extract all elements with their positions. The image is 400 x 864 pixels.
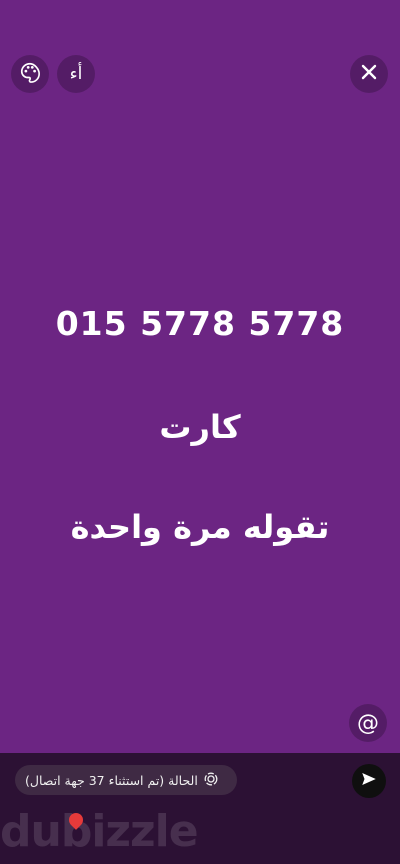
at-icon: @ — [357, 710, 379, 736]
close-button[interactable] — [350, 55, 388, 93]
close-icon — [360, 63, 378, 85]
send-button[interactable] — [352, 764, 386, 798]
card-text[interactable]: كارت — [0, 408, 400, 446]
palette-icon — [19, 61, 41, 87]
mention-button[interactable]: @ — [349, 704, 387, 742]
status-ring-icon — [204, 772, 218, 789]
palette-button[interactable] — [11, 55, 49, 93]
phone-number-text[interactable]: 015 5778 5778 — [0, 304, 400, 343]
font-button[interactable]: أء — [57, 55, 95, 93]
tagline-text[interactable]: تقوله مرة واحدة — [0, 508, 400, 546]
send-icon — [360, 770, 378, 792]
font-label: أء — [69, 64, 83, 84]
status-text: الحالة (تم استثناء 37 جهة اتصال) — [25, 772, 198, 788]
dubizzle-watermark: dubizzle — [0, 806, 199, 857]
status-privacy-pill[interactable]: الحالة (تم استثناء 37 جهة اتصال) — [15, 765, 237, 795]
